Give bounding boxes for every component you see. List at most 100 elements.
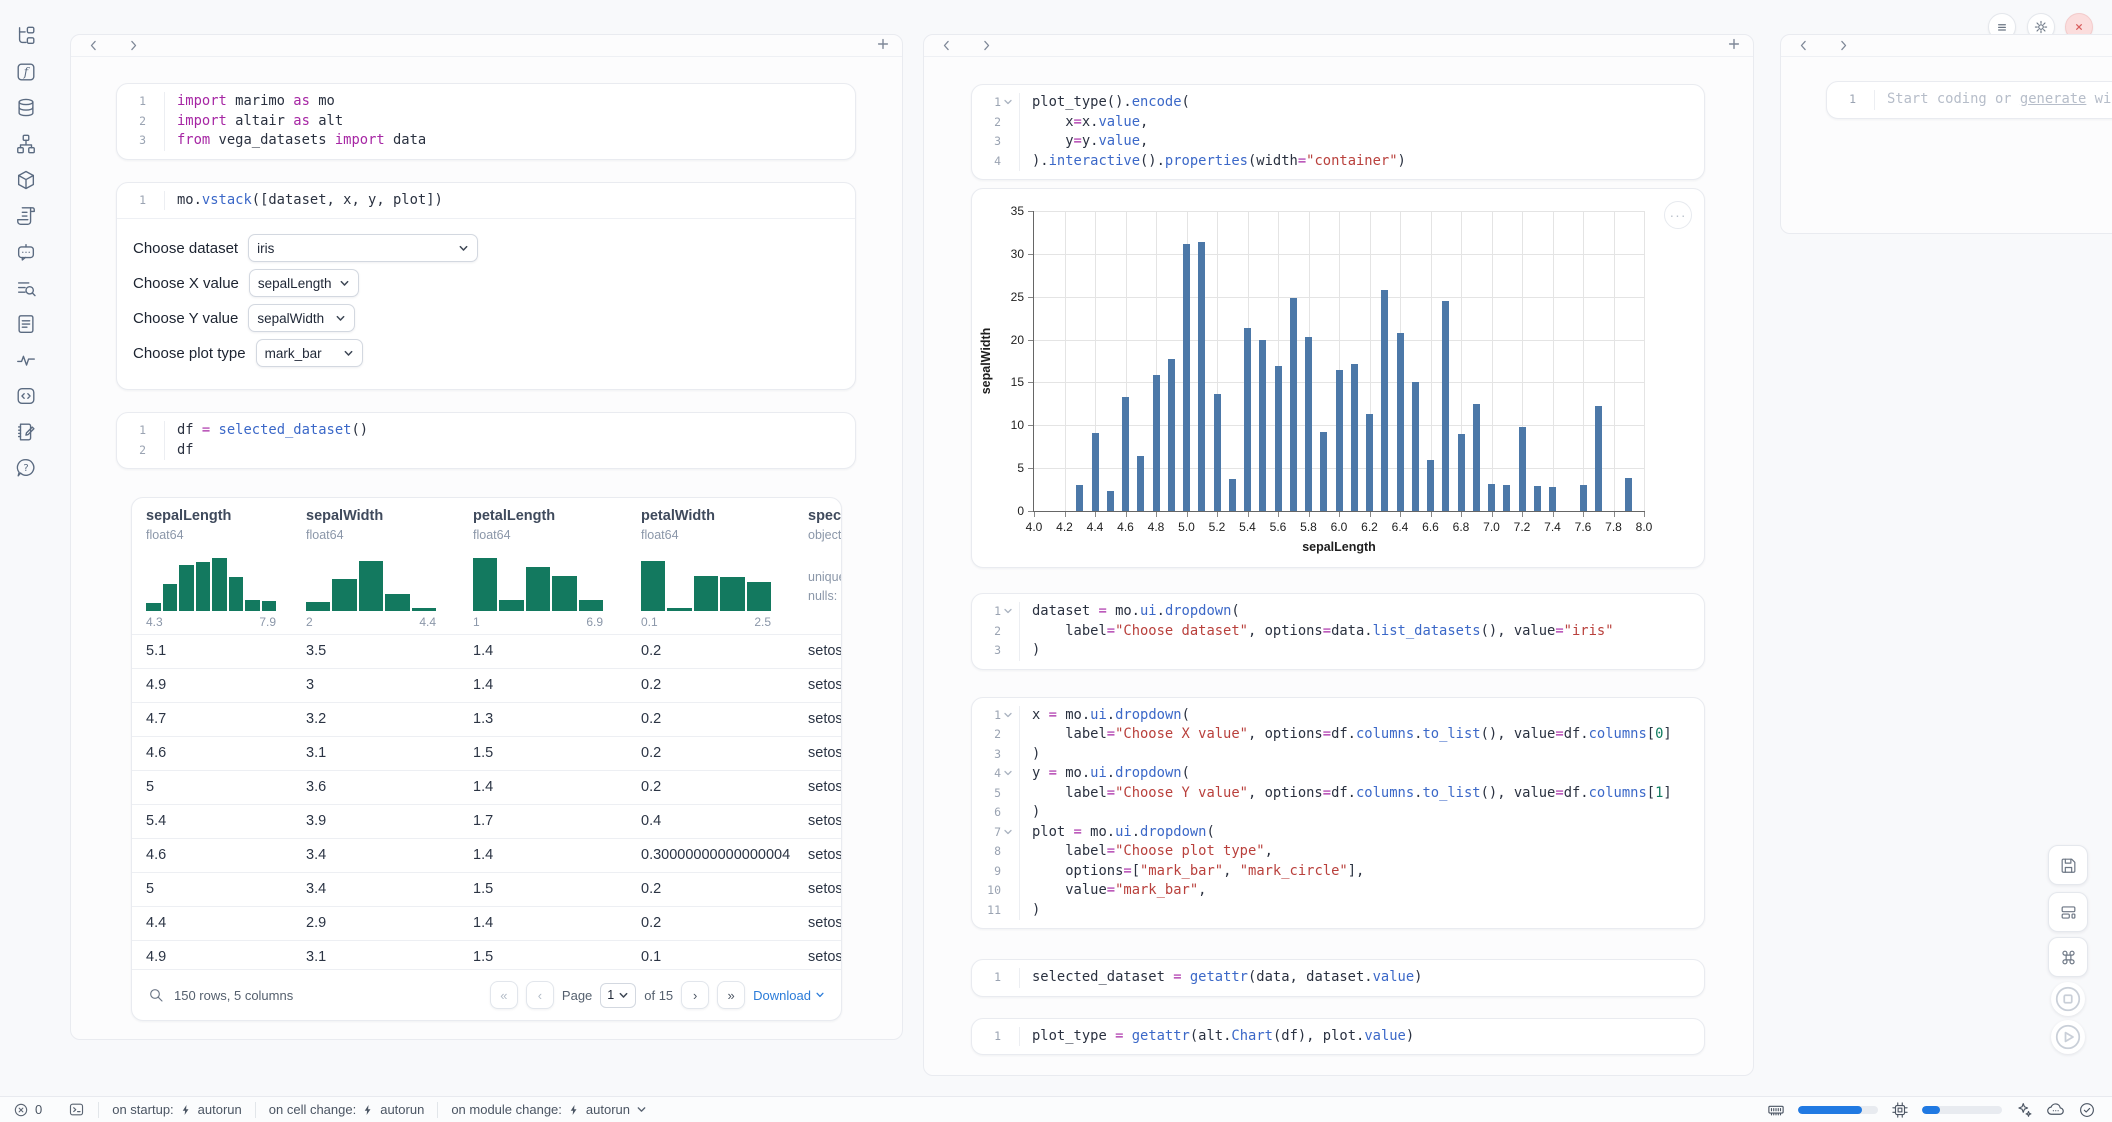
- cloud-assistant-icon[interactable]: [2046, 1100, 2065, 1119]
- code-editor[interactable]: 1x = mo.ui.dropdown(2 label="Choose X va…: [972, 698, 1704, 929]
- code-editor[interactable]: 1plot_type = getattr(alt.Chart(df), plot…: [972, 1019, 1704, 1055]
- table-cell: 1.4: [473, 635, 493, 668]
- command-palette-button[interactable]: [2048, 937, 2088, 977]
- column-2-header: [924, 35, 1753, 57]
- help-icon[interactable]: ?: [12, 454, 40, 482]
- dropdown-choose-x-value[interactable]: sepalLength: [249, 269, 359, 297]
- cell-dataset-dropdown[interactable]: 1dataset = mo.ui.dropdown(2 label="Choos…: [971, 593, 1705, 670]
- fold-chevron-icon[interactable]: [1003, 97, 1014, 108]
- column-header[interactable]: petalWidth: [641, 508, 715, 524]
- chevron-left-icon[interactable]: [85, 38, 101, 54]
- ram-usage-meter[interactable]: [1798, 1106, 1878, 1114]
- line-number-gutter: 1: [972, 1027, 1020, 1047]
- bar: [1580, 485, 1587, 511]
- save-button[interactable]: [2048, 845, 2088, 885]
- chevron-right-icon[interactable]: [1835, 38, 1851, 54]
- fold-chevron-icon[interactable]: [1003, 710, 1014, 721]
- datasources-icon[interactable]: [12, 94, 40, 122]
- table-cell: setosa: [808, 907, 842, 940]
- code-line: 2 x=x.value,: [972, 113, 1704, 133]
- page-select[interactable]: 1: [600, 983, 636, 1008]
- on-module-change-setting[interactable]: on module change: autorun: [437, 1102, 660, 1118]
- prev-page-button[interactable]: ‹: [526, 981, 554, 1009]
- ai-sparkles-icon[interactable]: [2015, 1101, 2033, 1119]
- code-editor[interactable]: 1dataset = mo.ui.dropdown(2 label="Choos…: [972, 594, 1704, 669]
- table-cell: 0.2: [641, 737, 661, 770]
- connection-check-icon[interactable]: [2078, 1101, 2096, 1119]
- dropdown-choose-y-value[interactable]: sepalWidth: [248, 304, 355, 332]
- layout-button[interactable]: [2048, 892, 2088, 932]
- first-page-button[interactable]: «: [490, 981, 518, 1009]
- chevron-left-icon[interactable]: [1795, 38, 1811, 54]
- cell-plot-type[interactable]: 1plot_type = getattr(alt.Chart(df), plot…: [971, 1018, 1705, 1056]
- documentation-icon[interactable]: [12, 310, 40, 338]
- line-number-gutter: 1: [117, 421, 165, 441]
- last-page-button[interactable]: »: [717, 981, 745, 1009]
- dropdown-choose-dataset[interactable]: iris: [248, 234, 478, 262]
- bar: [1381, 290, 1388, 511]
- table-cell: 0.2: [641, 907, 661, 940]
- column-header[interactable]: species: [808, 508, 842, 524]
- tracing-icon[interactable]: [12, 346, 40, 374]
- code-editor[interactable]: 1selected_dataset = getattr(data, datase…: [972, 960, 1704, 996]
- chevron-right-icon[interactable]: [125, 38, 141, 54]
- plus-icon[interactable]: [876, 37, 890, 51]
- chevron-down-icon: [636, 1104, 647, 1115]
- column-header[interactable]: sepalLength: [146, 508, 231, 524]
- cell-plot[interactable]: 1plot_type().encode(2 x=x.value,3 y=y.va…: [971, 84, 1705, 180]
- code-placeholder[interactable]: Start coding or generate with: [1875, 90, 2112, 110]
- code-editor[interactable]: 1mo.vstack([dataset, x, y, plot]): [117, 183, 855, 219]
- dropdown-value: sepalWidth: [257, 311, 324, 326]
- bar: [1320, 432, 1327, 511]
- code-editor[interactable]: 1plot_type().encode(2 x=x.value,3 y=y.va…: [972, 85, 1704, 179]
- scratchpad-icon[interactable]: [12, 418, 40, 446]
- cell-df[interactable]: 1df = selected_dataset()2df: [116, 412, 856, 469]
- cpu-usage-meter[interactable]: [1922, 1106, 2002, 1114]
- on-cell-change-setting[interactable]: on cell change: autorun: [255, 1102, 438, 1118]
- bar: [1336, 370, 1343, 511]
- bar: [1519, 427, 1526, 511]
- fold-chevron-icon[interactable]: [1003, 827, 1014, 838]
- code-editor[interactable]: 1Start coding or generate with: [1827, 82, 2112, 118]
- column-header[interactable]: petalLength: [473, 508, 555, 524]
- fold-chevron-icon[interactable]: [1003, 606, 1014, 617]
- logs-icon[interactable]: [12, 202, 40, 230]
- dependency-graph-icon[interactable]: [12, 130, 40, 158]
- chevron-left-icon[interactable]: [938, 38, 954, 54]
- chevron-right-icon[interactable]: [978, 38, 994, 54]
- column-header[interactable]: sepalWidth: [306, 508, 383, 524]
- next-page-button[interactable]: ›: [681, 981, 709, 1009]
- cell-selected-dataset[interactable]: 1selected_dataset = getattr(data, datase…: [971, 959, 1705, 997]
- cell-vstack[interactable]: 1mo.vstack([dataset, x, y, plot]) Choose…: [116, 182, 856, 391]
- cell-xy-plot-dropdowns[interactable]: 1x = mo.ui.dropdown(2 label="Choose X va…: [971, 697, 1705, 930]
- table-row: 4.42.91.40.2setosa: [132, 906, 841, 940]
- marimo-file-icon[interactable]: f: [12, 58, 40, 86]
- snippets-icon[interactable]: [12, 382, 40, 410]
- on-startup-setting[interactable]: on startup: autorun: [98, 1102, 255, 1118]
- run-button[interactable]: [2051, 1020, 2085, 1054]
- dropdown-label: Choose plot type: [133, 345, 246, 362]
- file-explorer-icon[interactable]: [12, 22, 40, 50]
- ai-chat-icon[interactable]: [12, 238, 40, 266]
- fold-chevron-icon[interactable]: [1003, 768, 1014, 779]
- search-logs-icon[interactable]: [12, 274, 40, 302]
- dropdown-choose-plot-type[interactable]: mark_bar: [256, 339, 363, 367]
- terminal-button[interactable]: [55, 1102, 98, 1118]
- chart-plot-area[interactable]: 4.04.24.44.64.85.05.25.45.65.86.06.26.46…: [1034, 211, 1644, 511]
- search-icon[interactable]: [148, 987, 164, 1003]
- cell-new-empty[interactable]: 1Start coding or generate with: [1826, 81, 2112, 119]
- errors-badge[interactable]: 0: [0, 1102, 55, 1118]
- download-button[interactable]: Download: [753, 988, 825, 1003]
- packages-icon[interactable]: [12, 166, 40, 194]
- table-cell: 1.4: [473, 907, 493, 940]
- code-editor[interactable]: 1df = selected_dataset()2df: [117, 413, 855, 468]
- cell-imports[interactable]: 1import marimo as mo2import altair as al…: [116, 83, 856, 160]
- stop-button[interactable]: [2051, 982, 2085, 1016]
- code-line: 10 value="mark_bar",: [972, 881, 1704, 901]
- table-row: 53.61.40.2setosa: [132, 770, 841, 804]
- code-line: 3from vega_datasets import data: [117, 131, 855, 151]
- plus-icon[interactable]: [1727, 37, 1741, 51]
- chart-actions-button[interactable]: ···: [1664, 201, 1692, 229]
- code-editor[interactable]: 1import marimo as mo2import altair as al…: [117, 84, 855, 159]
- code-line: 1plot_type().encode(: [972, 93, 1704, 113]
